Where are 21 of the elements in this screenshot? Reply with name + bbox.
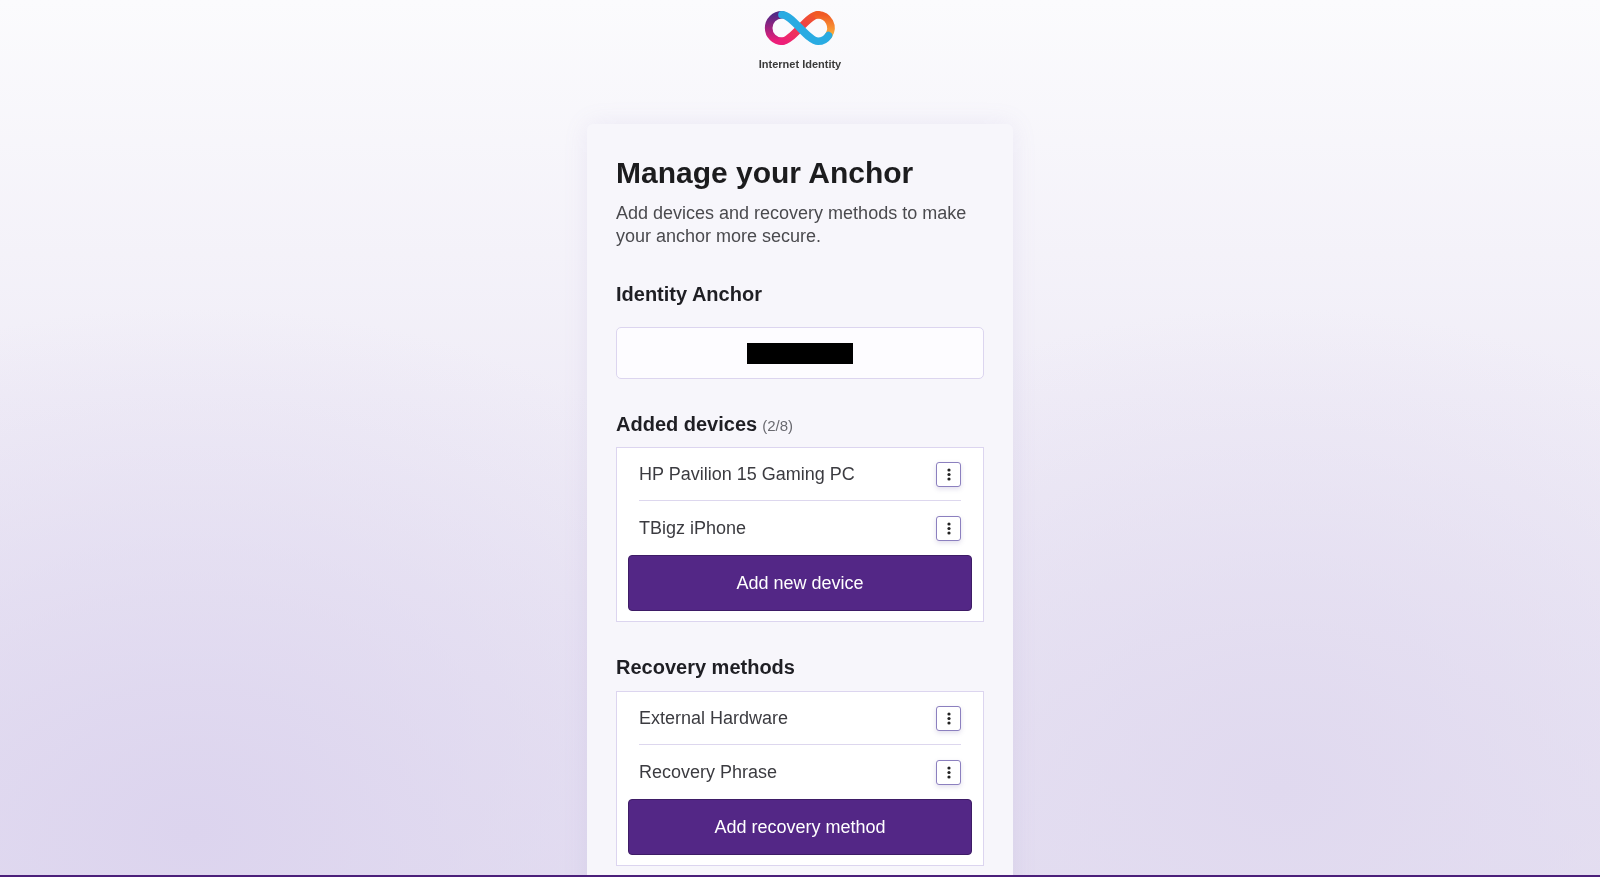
device-count: (2/8) bbox=[762, 417, 793, 434]
recovery-method-name: Recovery Phrase bbox=[639, 761, 778, 783]
more-options-button[interactable] bbox=[936, 515, 961, 541]
section-heading: Added devices bbox=[616, 412, 758, 436]
device-name: HP Pavilion 15 Gaming PC bbox=[639, 463, 855, 485]
page-title: Manage your Anchor bbox=[616, 155, 915, 191]
vertical-dots-icon bbox=[946, 711, 951, 725]
more-options-button[interactable] bbox=[936, 705, 961, 731]
add-recovery-button[interactable]: Add recovery method bbox=[628, 799, 972, 855]
page-subtitle: Add devices and recovery methods to make your anchor more secure. bbox=[616, 202, 968, 248]
vertical-dots-icon bbox=[946, 521, 951, 535]
add-device-button[interactable]: Add new device bbox=[628, 555, 972, 611]
more-options-button[interactable] bbox=[936, 461, 961, 487]
logo-text: Internet Identity bbox=[758, 57, 842, 71]
vertical-dots-icon bbox=[946, 467, 951, 481]
section-heading: Recovery methods bbox=[616, 655, 796, 679]
device-name: TBigz iPhone bbox=[639, 517, 747, 539]
more-options-button[interactable] bbox=[936, 759, 961, 785]
vertical-dots-icon bbox=[946, 765, 951, 779]
recovery-method-name: External Hardware bbox=[639, 707, 789, 729]
section-heading: Identity Anchor bbox=[616, 282, 763, 306]
